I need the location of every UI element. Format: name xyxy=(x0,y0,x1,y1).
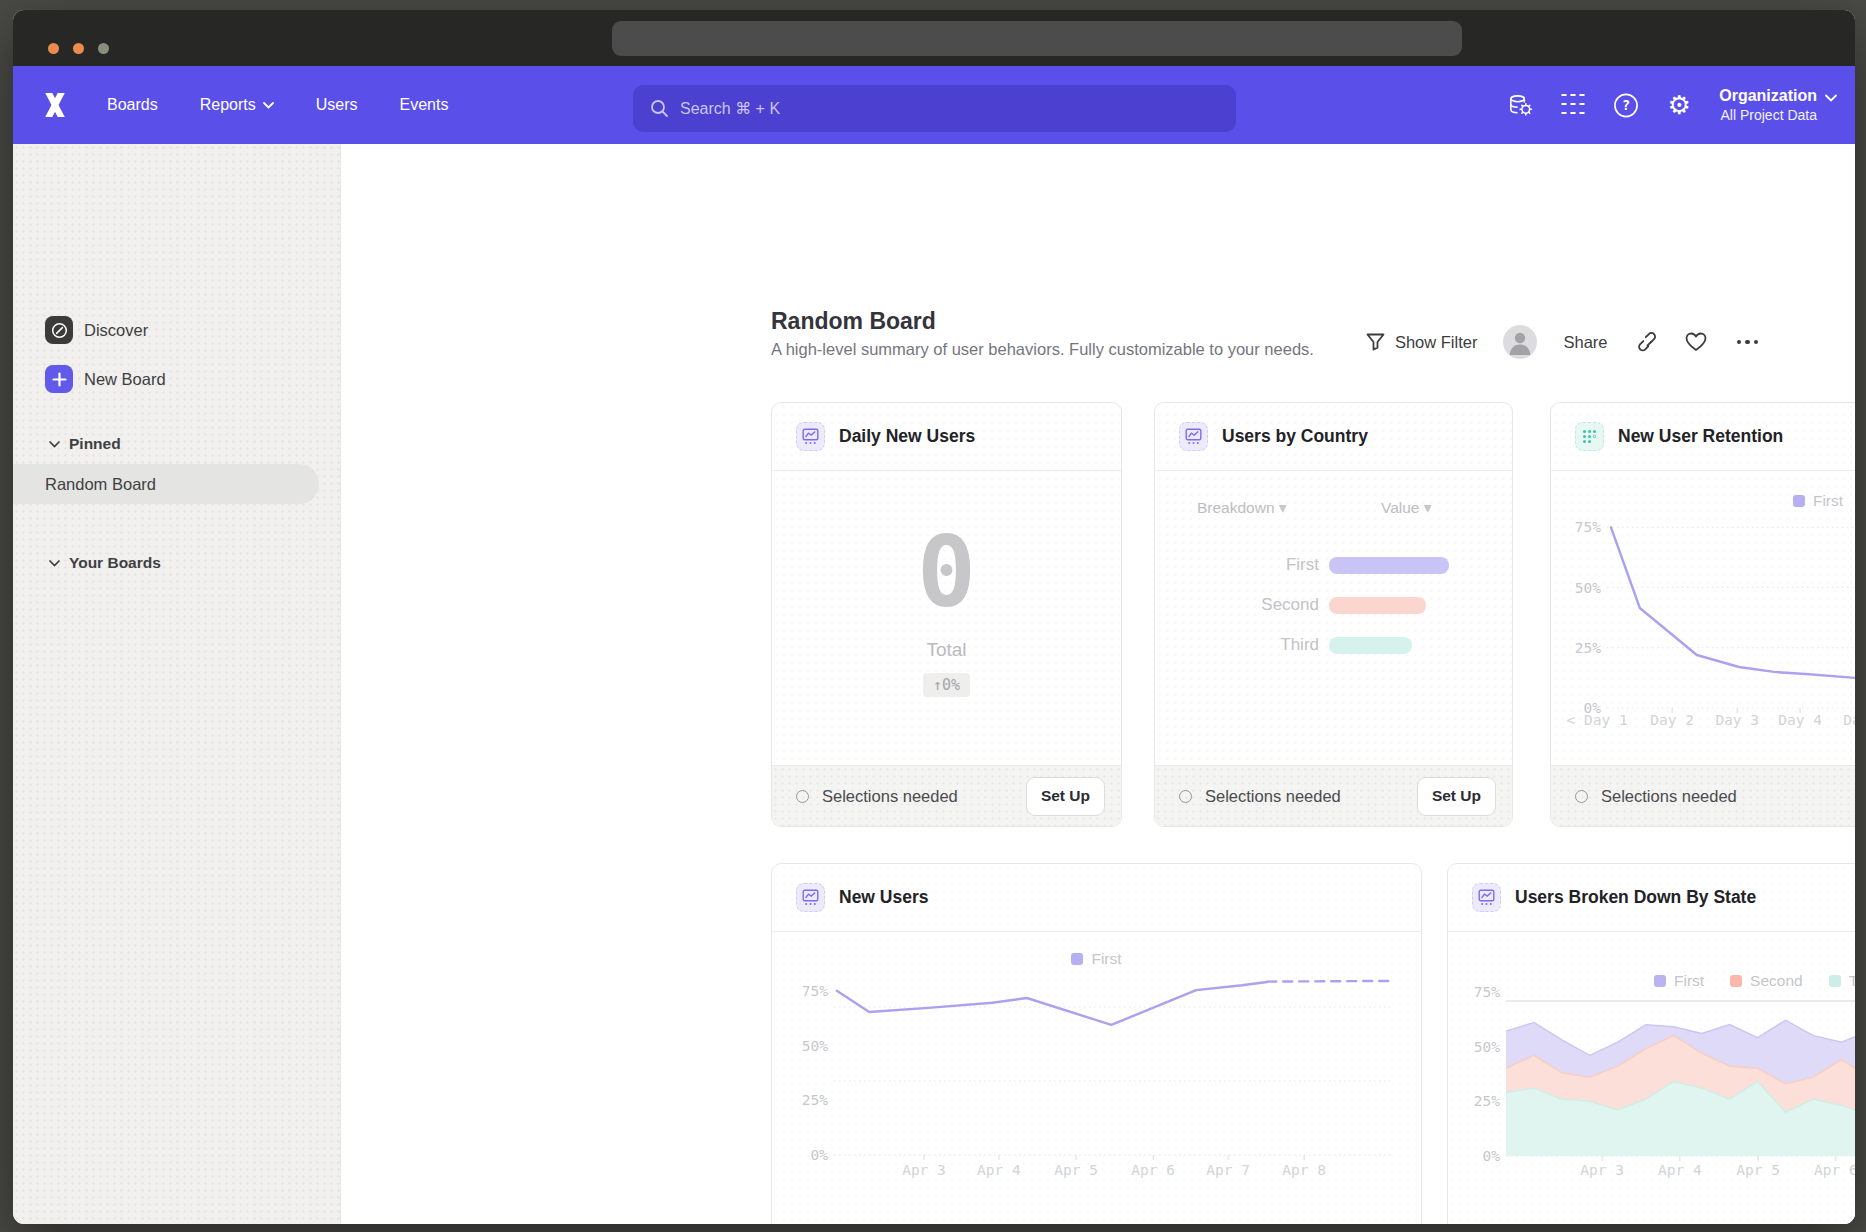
discover-compass-icon xyxy=(45,316,73,344)
status-circle-icon xyxy=(1179,790,1192,803)
card-title: Daily New Users xyxy=(839,426,975,447)
svg-text:< Day 1: < Day 1 xyxy=(1567,712,1628,728)
stacked-area-chart: 75%50%25%0%Apr 3Apr 4Apr 5Apr 6Apr 7Apr … xyxy=(1448,864,1855,1224)
data-management-icon[interactable] xyxy=(1507,92,1533,118)
top-navbar: Boards Reports Users Events Search ⌘ + K xyxy=(13,66,1855,144)
search-icon xyxy=(650,99,669,118)
org-selector[interactable]: Organization All Project Data xyxy=(1719,87,1837,123)
share-button[interactable]: Share xyxy=(1563,333,1607,352)
country-bar-row: First xyxy=(1155,545,1512,585)
svg-text:50%: 50% xyxy=(1575,580,1601,596)
avatar[interactable] xyxy=(1503,325,1537,359)
svg-text:Apr 6: Apr 6 xyxy=(1131,1162,1175,1178)
mixpanel-logo[interactable] xyxy=(42,92,68,118)
window-minimize-button[interactable] xyxy=(73,43,84,54)
chevron-down-icon xyxy=(263,102,274,109)
svg-text:Apr 4: Apr 4 xyxy=(1658,1162,1702,1178)
browser-window: Boards Reports Users Events Search ⌘ + K xyxy=(13,10,1855,1224)
apps-grid-icon[interactable] xyxy=(1560,92,1586,118)
copy-link-icon[interactable] xyxy=(1637,332,1657,352)
nav-item-boards[interactable]: Boards xyxy=(107,96,158,114)
window-close-button[interactable] xyxy=(48,43,59,54)
svg-text:Apr 4: Apr 4 xyxy=(977,1162,1021,1178)
card-new-user-retention: New User Retention First 75%50%25%0%< Da… xyxy=(1550,402,1855,827)
set-up-button[interactable]: Set Up xyxy=(1417,777,1496,816)
sidebar-item-random-board[interactable]: Random Board xyxy=(13,464,319,504)
svg-text:Day 2: Day 2 xyxy=(1650,712,1694,728)
svg-text:50%: 50% xyxy=(802,1038,828,1054)
svg-text:Apr 5: Apr 5 xyxy=(1054,1162,1098,1178)
svg-text:Apr 7: Apr 7 xyxy=(1206,1162,1250,1178)
org-project: All Project Data xyxy=(1719,107,1817,123)
value-dropdown[interactable]: Value ▾ xyxy=(1381,499,1432,517)
svg-text:75%: 75% xyxy=(1474,984,1500,1000)
card-new-users: New Users First 75%50%25%0%Apr 3Apr 4Apr… xyxy=(771,863,1422,1224)
svg-text:75%: 75% xyxy=(802,983,828,999)
help-icon[interactable]: ? xyxy=(1613,92,1639,118)
metric-label: Total xyxy=(772,639,1121,661)
page-subtitle: A high-level summary of user behaviors. … xyxy=(771,340,1314,359)
svg-text:50%: 50% xyxy=(1474,1039,1500,1055)
card-title: Users by Country xyxy=(1222,426,1368,447)
insights-chart-icon xyxy=(796,422,825,451)
page-title: Random Board xyxy=(771,308,936,335)
sidebar: Discover New Board Pinned Random Board Y… xyxy=(13,144,341,1224)
filter-funnel-icon xyxy=(1366,333,1385,351)
svg-text:0%: 0% xyxy=(1483,1148,1501,1164)
status-circle-icon xyxy=(1575,790,1588,803)
insights-chart-icon xyxy=(1179,422,1208,451)
svg-text:75%: 75% xyxy=(1575,519,1601,535)
address-bar[interactable] xyxy=(612,21,1462,56)
nav-item-events[interactable]: Events xyxy=(400,96,449,114)
sidebar-item-discover[interactable]: Discover xyxy=(45,316,148,344)
svg-text:0%: 0% xyxy=(811,1147,829,1163)
svg-text:Day 4: Day 4 xyxy=(1778,712,1822,728)
nav-item-reports[interactable]: Reports xyxy=(200,96,274,114)
svg-text:Day 5: Day 5 xyxy=(1843,712,1855,728)
more-options-button[interactable] xyxy=(1737,340,1759,345)
org-name: Organization xyxy=(1719,87,1817,105)
svg-text:25%: 25% xyxy=(1474,1093,1500,1109)
svg-text:Apr 5: Apr 5 xyxy=(1736,1162,1780,1178)
new-board-plus-icon xyxy=(45,365,73,393)
main-content: Random Board A high-level summary of use… xyxy=(341,144,1855,1224)
sidebar-section-your-boards[interactable]: Your Boards xyxy=(49,554,161,572)
svg-text:Day 3: Day 3 xyxy=(1715,712,1759,728)
settings-gear-icon[interactable]: ⚙ xyxy=(1666,92,1692,118)
breakdown-dropdown[interactable]: Breakdown ▾ xyxy=(1197,499,1287,517)
window-titlebar xyxy=(13,10,1855,66)
svg-text:Apr 8: Apr 8 xyxy=(1282,1162,1326,1178)
chevron-down-icon xyxy=(49,441,60,448)
sidebar-section-pinned[interactable]: Pinned xyxy=(49,435,121,453)
new-users-line-chart: 75% 50% 25% 0% Apr 3 Apr 4 Apr 5 Apr 6 Apr 7 Apr … xyxy=(772,864,1422,1224)
set-up-button[interactable]: Set Up xyxy=(1026,777,1105,816)
chevron-down-icon xyxy=(49,560,60,567)
card-users-by-state: Users Broken Down By State First Second … xyxy=(1447,863,1855,1224)
show-filter-button[interactable]: Show Filter xyxy=(1366,333,1478,352)
search-input[interactable]: Search ⌘ + K xyxy=(633,85,1236,132)
status-circle-icon xyxy=(796,790,809,803)
svg-text:25%: 25% xyxy=(1575,640,1601,656)
card-users-by-country: Users by Country Breakdown ▾ Value ▾ Fir… xyxy=(1154,402,1513,827)
favorite-heart-icon[interactable] xyxy=(1685,332,1707,352)
card-daily-new-users: Daily New Users 0 Total ↑0% Selections n… xyxy=(771,402,1122,827)
chevron-down-icon xyxy=(1825,94,1837,102)
svg-text:25%: 25% xyxy=(802,1092,828,1108)
metric-change-badge: ↑0% xyxy=(923,673,970,697)
country-bar-row: Second xyxy=(1155,585,1512,625)
country-bar-row: Third xyxy=(1155,625,1512,665)
metric-value: 0 xyxy=(772,523,1121,621)
svg-text:Apr 3: Apr 3 xyxy=(902,1162,946,1178)
svg-text:Apr 6: Apr 6 xyxy=(1814,1162,1855,1178)
nav-item-users[interactable]: Users xyxy=(316,96,358,114)
svg-text:?: ? xyxy=(1622,97,1630,113)
sidebar-item-new-board[interactable]: New Board xyxy=(45,365,166,393)
retention-line-chart: 75%50%25%0%< Day 1Day 2Day 3Day 4Day 5Da… xyxy=(1551,403,1855,827)
svg-text:Apr 3: Apr 3 xyxy=(1580,1162,1624,1178)
window-zoom-button[interactable] xyxy=(98,43,109,54)
